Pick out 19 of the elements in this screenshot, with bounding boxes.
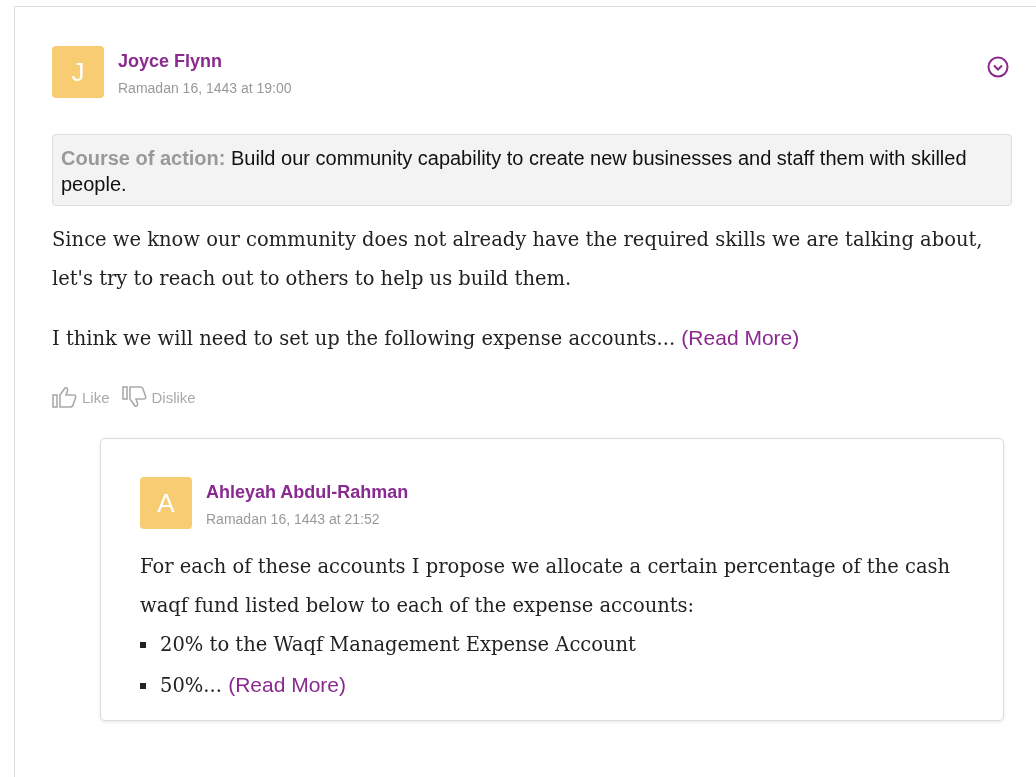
read-more-link[interactable]: (Read More)	[681, 326, 800, 349]
post-date: Ramadan 16, 1443 at 19:00	[118, 80, 293, 96]
post-date: Ramadan 16, 1443 at 21:52	[206, 511, 381, 527]
bullet-text: 20% to the Waqf Management Expense Account	[160, 632, 636, 658]
thumbs-down-icon	[121, 386, 148, 408]
read-more-link[interactable]: (Read More)	[228, 673, 346, 696]
thumbs-up-icon	[52, 386, 78, 408]
reply-text: For each of these accounts I propose we allocate a certain percentage of the cash waqf fund listed below to each of the expense accounts:	[140, 554, 952, 619]
author-name[interactable]: Joyce Flynn	[118, 51, 973, 72]
user-avatar: A	[140, 477, 192, 529]
bullet-icon	[140, 642, 146, 648]
author-name[interactable]: Ahleyah Abdul-Rahman	[206, 482, 973, 503]
bullet-icon	[140, 682, 146, 689]
post-text: I think we will need to set up the following expense accounts...	[52, 327, 676, 350]
course-of-action: Course of action: Build our community capability to create new businesses and staff them with skilled people.	[52, 134, 1012, 206]
post-text: Since we know our community does not already have the required skills we are talking about, let's try to reach out to others to help us build them.	[52, 227, 984, 292]
chevron-down-icon[interactable]	[987, 56, 1009, 78]
bullet-text: 50%...	[160, 674, 222, 697]
user-avatar: J	[52, 46, 104, 98]
